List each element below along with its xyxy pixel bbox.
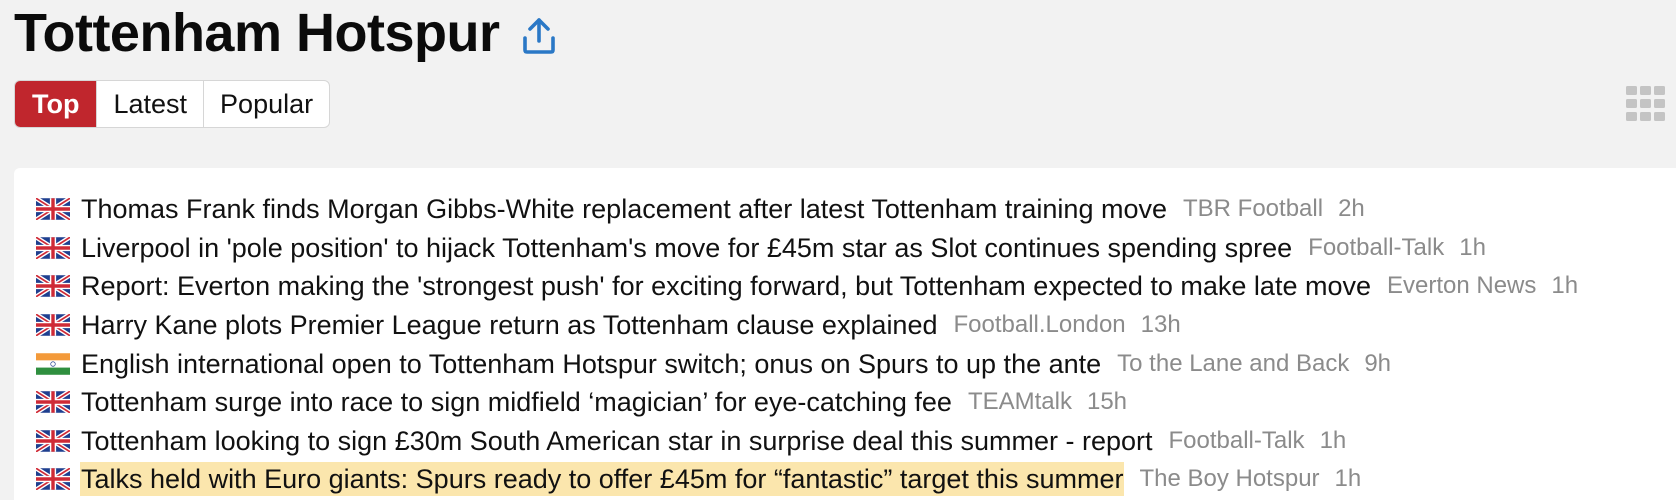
- tab-bar: Top Latest Popular: [14, 80, 331, 128]
- news-headline-link[interactable]: English international open to Tottenham …: [80, 347, 1102, 381]
- news-source[interactable]: Football-Talk: [1169, 427, 1305, 455]
- tab-latest[interactable]: Latest: [96, 81, 203, 127]
- news-row: Tottenham looking to sign £30m South Ame…: [14, 422, 1676, 461]
- news-source[interactable]: Football-Talk: [1308, 234, 1444, 262]
- news-headline-link[interactable]: Harry Kane plots Premier League return a…: [80, 308, 939, 342]
- news-source[interactable]: TEAMtalk: [968, 388, 1072, 416]
- news-row: English international open to Tottenham …: [14, 344, 1676, 383]
- news-age: 1h: [1551, 272, 1579, 300]
- grid-view-button[interactable]: [1626, 86, 1666, 122]
- news-row: Thomas Frank finds Morgan Gibbs-White re…: [14, 190, 1676, 229]
- uk-flag-icon: [36, 275, 70, 298]
- news-headline-link[interactable]: Talks held with Euro giants: Spurs ready…: [80, 462, 1125, 497]
- news-age: 13h: [1140, 311, 1181, 339]
- news-row: Harry Kane plots Premier League return a…: [14, 306, 1676, 345]
- uk-flag-icon: [36, 236, 70, 259]
- news-age: 1h: [1319, 426, 1347, 454]
- news-headline-link[interactable]: Tottenham surge into race to sign midfie…: [80, 385, 953, 419]
- india-flag-icon: [36, 352, 70, 375]
- news-row: Report: Everton making the 'strongest pu…: [14, 267, 1676, 306]
- news-row: Tottenham surge into race to sign midfie…: [14, 383, 1676, 422]
- news-row: Liverpool in 'pole position' to hijack T…: [14, 229, 1676, 268]
- tab-popular[interactable]: Popular: [203, 81, 329, 127]
- grid-view-icon: [1626, 86, 1665, 121]
- page-title: Tottenham Hotspur: [14, 3, 500, 63]
- news-age: 2h: [1338, 195, 1365, 223]
- uk-flag-icon: [36, 468, 70, 491]
- news-row: Talks held with Euro giants: Spurs ready…: [14, 460, 1676, 499]
- uk-flag-icon: [36, 429, 70, 452]
- news-source[interactable]: The Boy Hotspur: [1139, 465, 1319, 493]
- news-age: 1h: [1459, 233, 1486, 261]
- news-age: 9h: [1364, 349, 1392, 377]
- news-headline-link[interactable]: Thomas Frank finds Morgan Gibbs-White re…: [80, 192, 1168, 226]
- news-age: 15h: [1086, 388, 1128, 416]
- uk-flag-icon: [36, 314, 70, 337]
- news-panel: Thomas Frank finds Morgan Gibbs-White re…: [14, 168, 1676, 500]
- news-headline-link[interactable]: Liverpool in 'pole position' to hijack T…: [80, 231, 1293, 265]
- page-root: Tottenham Hotspur Top Latest Popular Tho…: [0, 0, 1676, 500]
- news-source[interactable]: TBR Football: [1183, 195, 1323, 223]
- share-button[interactable]: [519, 14, 559, 58]
- news-source[interactable]: Football.London: [954, 311, 1126, 339]
- news-age: 1h: [1334, 465, 1362, 493]
- news-headline-link[interactable]: Tottenham looking to sign £30m South Ame…: [80, 424, 1154, 458]
- uk-flag-icon: [36, 198, 70, 221]
- news-source[interactable]: Everton News: [1387, 272, 1536, 300]
- news-headline-link[interactable]: Report: Everton making the 'strongest pu…: [80, 269, 1372, 303]
- news-source[interactable]: To the Lane and Back: [1117, 350, 1349, 378]
- tab-top[interactable]: Top: [15, 81, 97, 127]
- title-row: Tottenham Hotspur: [14, 0, 559, 66]
- news-list: Thomas Frank finds Morgan Gibbs-White re…: [14, 190, 1676, 499]
- share-upload-icon: [523, 18, 556, 54]
- uk-flag-icon: [36, 391, 70, 414]
